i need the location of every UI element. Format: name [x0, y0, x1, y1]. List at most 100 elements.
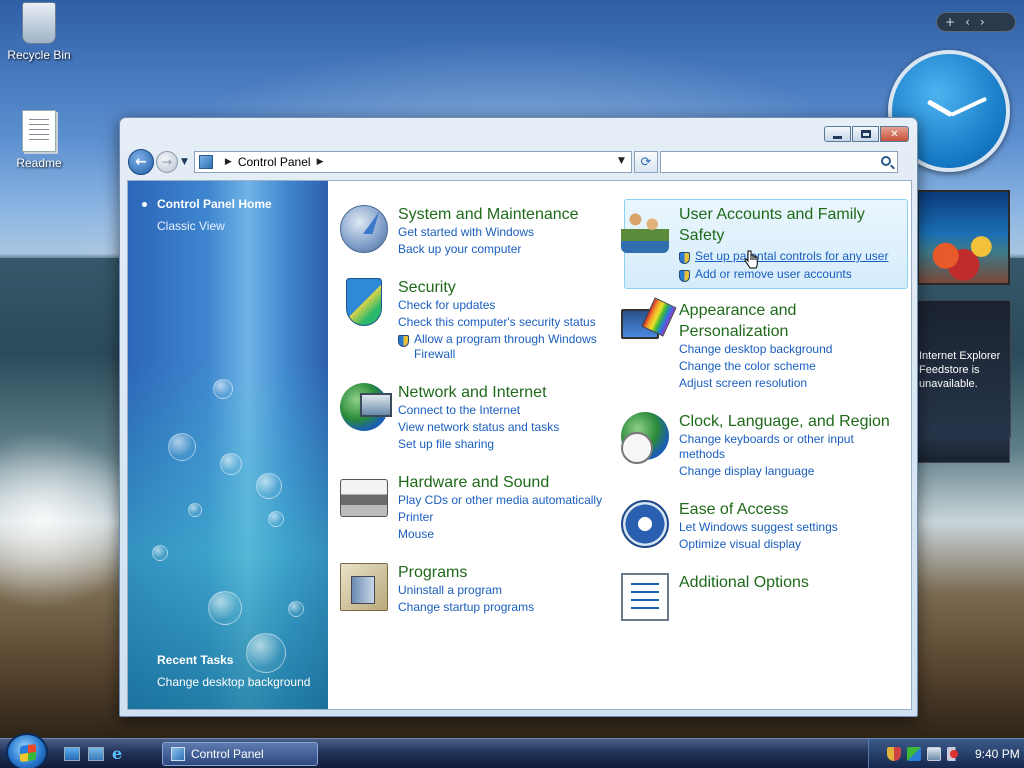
- uac-shield-icon: [679, 270, 690, 282]
- bubble-decoration: [246, 633, 286, 673]
- desktop-icon-readme[interactable]: Readme: [1, 110, 77, 170]
- client-area: Control Panel Home Classic View Recent T…: [127, 180, 912, 710]
- add-gadget-icon[interactable]: +: [945, 15, 955, 29]
- volume-muted-icon[interactable]: [947, 747, 961, 761]
- current-location-bullet: [142, 202, 147, 207]
- category-link[interactable]: Change keyboards or other input: [679, 432, 854, 447]
- category-link[interactable]: Set up parental controls for any user: [695, 249, 888, 264]
- feed-headlines-gadget[interactable]: Internet Explorer Feedstore is unavailab…: [915, 300, 1011, 463]
- network-icon[interactable]: [340, 383, 392, 431]
- category-link[interactable]: Add or remove user accounts: [695, 267, 852, 282]
- category-link[interactable]: Firewall: [414, 347, 455, 362]
- back-button[interactable]: ←: [128, 149, 154, 175]
- recent-tasks-heading: Recent Tasks: [157, 653, 234, 667]
- category-link[interactable]: Check for updates: [398, 298, 495, 313]
- bubble-decoration: [268, 511, 284, 527]
- category-link[interactable]: Mouse: [398, 527, 434, 542]
- search-input[interactable]: [664, 153, 865, 171]
- network-icon[interactable]: [927, 747, 941, 761]
- category-title[interactable]: Network and Internet: [398, 383, 547, 403]
- forward-button[interactable]: →: [156, 151, 178, 173]
- category-title-line-2[interactable]: Personalization: [679, 322, 788, 342]
- category-title[interactable]: Appearance and: [679, 301, 796, 321]
- category-link[interactable]: Adjust screen resolution: [679, 376, 807, 391]
- next-icon[interactable]: ›: [980, 15, 985, 29]
- recent-task-link[interactable]: Change desktop background: [157, 675, 310, 689]
- breadcrumb-chevron-icon[interactable]: ▶: [225, 157, 232, 167]
- clock-language-icon[interactable]: [621, 412, 669, 464]
- category-link[interactable]: Change display language: [679, 464, 814, 479]
- users-icon[interactable]: [621, 205, 669, 253]
- category-link[interactable]: Uninstall a program: [398, 583, 502, 598]
- taskbar: e Control Panel 9:40 PM: [0, 733, 1024, 768]
- control-panel-window[interactable]: ✕ ← → ▼ ▶ Control Panel ▶ ▼ ⟳ Control Pa…: [119, 117, 918, 717]
- document-icon: [22, 110, 56, 152]
- category-title[interactable]: User Accounts and Family: [679, 205, 865, 225]
- show-desktop-icon[interactable]: [64, 747, 80, 761]
- previous-icon[interactable]: ‹: [965, 15, 970, 29]
- category-link[interactable]: Optimize visual display: [679, 537, 801, 552]
- hardware-icon[interactable]: [340, 479, 388, 517]
- feed-gadget-message: Internet Explorer Feedstore is unavailab…: [919, 350, 1001, 390]
- breadcrumb-chevron-icon[interactable]: ▶: [317, 157, 324, 167]
- category-link-continued[interactable]: methods: [679, 447, 725, 462]
- system-clock[interactable]: 9:40 PM: [975, 747, 1020, 761]
- category-link[interactable]: Let Windows suggest settings: [679, 520, 838, 535]
- category-link[interactable]: Change desktop background: [679, 342, 832, 357]
- address-bar[interactable]: ▶ Control Panel ▶ ▼: [193, 151, 632, 173]
- search-box[interactable]: [659, 151, 898, 173]
- breadcrumb-control-panel[interactable]: Control Panel: [238, 155, 311, 169]
- ease-of-access-icon[interactable]: [621, 500, 669, 548]
- category-link[interactable]: Printer: [398, 510, 433, 525]
- refresh-button[interactable]: ⟳: [633, 151, 658, 173]
- security-alert-icon[interactable]: [887, 747, 901, 761]
- category-title[interactable]: System and Maintenance: [398, 205, 579, 225]
- security-icon[interactable]: [346, 278, 382, 326]
- category-appearance: Appearance and Personalization Change de…: [621, 301, 901, 391]
- clock-hour-hand: [926, 99, 953, 118]
- category-title[interactable]: Hardware and Sound: [398, 473, 549, 493]
- category-link[interactable]: Get started with Windows: [398, 225, 534, 240]
- category-link[interactable]: Connect to the Internet: [398, 403, 520, 418]
- category-title[interactable]: Programs: [398, 563, 467, 583]
- control-panel-home-link[interactable]: Control Panel Home: [157, 197, 272, 211]
- category-system-maintenance: System and Maintenance Get started with …: [340, 205, 610, 265]
- slideshow-gadget[interactable]: [917, 190, 1010, 285]
- desktop-icon-recycle-bin[interactable]: Recycle Bin: [1, 2, 77, 62]
- taskbar-button-control-panel[interactable]: Control Panel: [162, 742, 318, 766]
- category-link[interactable]: Allow a program through Windows: [414, 332, 597, 347]
- category-title[interactable]: Clock, Language, and Region: [679, 412, 890, 432]
- desktop-icon-label: Readme: [16, 156, 62, 170]
- category-user-accounts: User Accounts and Family Safety Set up p…: [621, 205, 901, 285]
- sidebar-gadget-controls[interactable]: + ‹ ›: [936, 12, 1016, 32]
- switch-windows-icon[interactable]: [88, 747, 104, 761]
- classic-view-link[interactable]: Classic View: [157, 219, 225, 233]
- maximize-button[interactable]: [852, 126, 879, 142]
- category-title[interactable]: Additional Options: [679, 573, 809, 593]
- category-link[interactable]: View network status and tasks: [398, 420, 559, 435]
- internet-explorer-icon[interactable]: e: [112, 744, 128, 763]
- start-button[interactable]: [6, 733, 48, 768]
- bubble-decoration: [152, 545, 168, 561]
- security-center-icon[interactable]: [907, 747, 921, 761]
- category-link[interactable]: Play CDs or other media automatically: [398, 493, 602, 508]
- system-icon[interactable]: [340, 205, 388, 253]
- close-button[interactable]: ✕: [880, 126, 909, 142]
- category-security: Security Check for updates Check this co…: [340, 278, 610, 368]
- category-link[interactable]: Change startup programs: [398, 600, 534, 615]
- programs-icon[interactable]: [340, 563, 388, 611]
- category-link[interactable]: Back up your computer: [398, 242, 521, 257]
- category-title[interactable]: Ease of Access: [679, 500, 788, 520]
- additional-options-icon[interactable]: [621, 573, 669, 621]
- recent-pages-dropdown[interactable]: ▼: [181, 157, 188, 167]
- minimize-button[interactable]: [824, 126, 851, 142]
- category-link[interactable]: Check this computer's security status: [398, 315, 596, 330]
- category-title[interactable]: Security: [398, 278, 456, 298]
- category-link[interactable]: Change the color scheme: [679, 359, 816, 374]
- category-title-line-2[interactable]: Safety: [679, 226, 724, 246]
- category-link[interactable]: Set up file sharing: [398, 437, 494, 452]
- appearance-icon[interactable]: [621, 309, 659, 339]
- address-dropdown-icon[interactable]: ▼: [618, 156, 625, 166]
- search-icon[interactable]: [880, 156, 891, 166]
- bubble-decoration: [220, 453, 242, 475]
